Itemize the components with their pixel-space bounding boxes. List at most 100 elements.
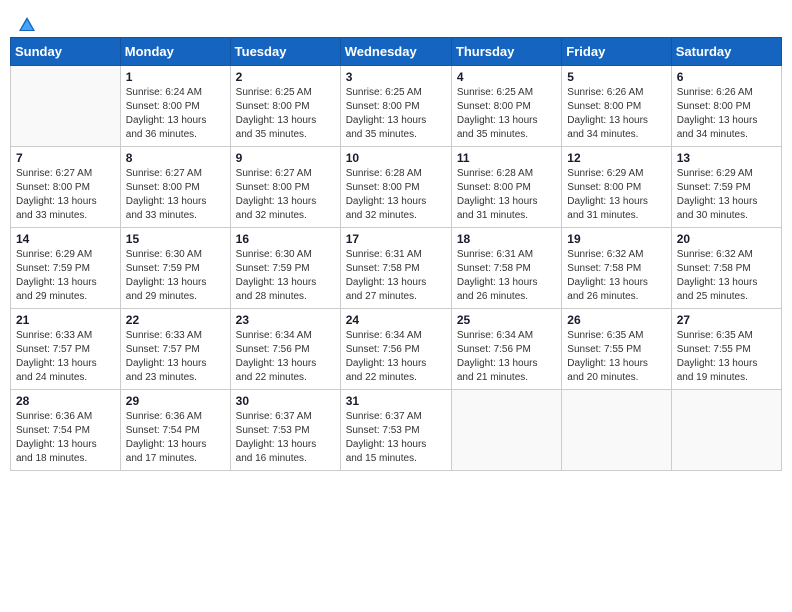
day-info: Sunrise: 6:29 AM Sunset: 7:59 PM Dayligh… xyxy=(16,248,115,304)
calendar-cell: 13 Sunrise: 6:29 AM Sunset: 7:59 PM Dayli… xyxy=(671,147,781,228)
calendar-cell: 31Sunrise: 6:37 AM Sunset: 7:53 PM Dayli… xyxy=(340,390,451,471)
calendar-cell: 9 Sunrise: 6:27 AM Sunset: 8:00 PM Daylig… xyxy=(230,147,340,228)
calendar-cell: 7Sunrise: 6:27 AM Sunset: 8:00 PM Daylig… xyxy=(11,147,121,228)
day-number: 8 xyxy=(126,151,225,165)
logo xyxy=(15,15,37,29)
calendar-cell: 21 Sunrise: 6:33 AM Sunset: 7:57 PM Dayli… xyxy=(11,309,121,390)
calendar-cell: 19Sunrise: 6:32 AM Sunset: 7:58 PM Dayli… xyxy=(562,228,671,309)
weekday-header: Monday xyxy=(120,38,230,66)
day-number: 30 xyxy=(236,394,335,408)
day-info: Sunrise: 6:34 AM Sunset: 7:56 PM Dayligh… xyxy=(346,329,446,385)
day-info: Sunrise: 6:33 AM Sunset: 7:57 PM Dayligh… xyxy=(16,329,115,385)
day-info: Sunrise: 6:24 AM Sunset: 8:00 PM Dayligh… xyxy=(126,86,225,142)
calendar-cell: 26 Sunrise: 6:35 AM Sunset: 7:55 PM Dayli… xyxy=(562,309,671,390)
day-number: 27 xyxy=(677,313,776,327)
calendar-cell xyxy=(562,390,671,471)
day-info: Sunrise: 6:28 AM Sunset: 8:00 PM Dayligh… xyxy=(346,167,446,223)
day-info: Sunrise: 6:36 AM Sunset: 7:54 PM Dayligh… xyxy=(126,410,225,466)
day-info: Sunrise: 6:31 AM Sunset: 7:58 PM Dayligh… xyxy=(346,248,446,304)
day-info: Sunrise: 6:37 AM Sunset: 7:53 PM Dayligh… xyxy=(236,410,335,466)
day-info: Sunrise: 6:29 AM Sunset: 7:59 PM Dayligh… xyxy=(677,167,776,223)
day-info: Sunrise: 6:28 AM Sunset: 8:00 PM Dayligh… xyxy=(457,167,556,223)
day-number: 16 xyxy=(236,232,335,246)
weekday-header: Thursday xyxy=(451,38,561,66)
day-number: 12 xyxy=(567,151,665,165)
calendar-cell: 11 Sunrise: 6:28 AM Sunset: 8:00 PM Dayli… xyxy=(451,147,561,228)
day-info: Sunrise: 6:27 AM Sunset: 8:00 PM Dayligh… xyxy=(16,167,115,223)
day-info: Sunrise: 6:30 AM Sunset: 7:59 PM Dayligh… xyxy=(236,248,335,304)
day-number: 22 xyxy=(126,313,225,327)
day-info: Sunrise: 6:31 AM Sunset: 7:58 PM Dayligh… xyxy=(457,248,556,304)
day-number: 5 xyxy=(567,70,665,84)
day-info: Sunrise: 6:34 AM Sunset: 7:56 PM Dayligh… xyxy=(236,329,335,385)
day-number: 2 xyxy=(236,70,335,84)
day-number: 19 xyxy=(567,232,665,246)
calendar-cell: 3 Sunrise: 6:25 AM Sunset: 8:00 PM Daylig… xyxy=(340,66,451,147)
day-number: 18 xyxy=(457,232,556,246)
day-info: Sunrise: 6:27 AM Sunset: 8:00 PM Dayligh… xyxy=(236,167,335,223)
calendar-cell xyxy=(671,390,781,471)
day-info: Sunrise: 6:33 AM Sunset: 7:57 PM Dayligh… xyxy=(126,329,225,385)
day-number: 1 xyxy=(126,70,225,84)
calendar-cell: 30 Sunrise: 6:37 AM Sunset: 7:53 PM Dayli… xyxy=(230,390,340,471)
calendar-cell: 29 Sunrise: 6:36 AM Sunset: 7:54 PM Dayli… xyxy=(120,390,230,471)
weekday-header: Tuesday xyxy=(230,38,340,66)
calendar-cell: 16 Sunrise: 6:30 AM Sunset: 7:59 PM Dayli… xyxy=(230,228,340,309)
calendar-week-row: 7Sunrise: 6:27 AM Sunset: 8:00 PM Daylig… xyxy=(11,147,782,228)
day-number: 3 xyxy=(346,70,446,84)
calendar-cell: 28 Sunrise: 6:36 AM Sunset: 7:54 PM Dayli… xyxy=(11,390,121,471)
calendar-cell: 1 Sunrise: 6:24 AM Sunset: 8:00 PM Daylig… xyxy=(120,66,230,147)
calendar-cell: 22 Sunrise: 6:33 AM Sunset: 7:57 PM Dayli… xyxy=(120,309,230,390)
calendar-week-row: 14 Sunrise: 6:29 AM Sunset: 7:59 PM Dayli… xyxy=(11,228,782,309)
calendar-cell: 15Sunrise: 6:30 AM Sunset: 7:59 PM Dayli… xyxy=(120,228,230,309)
calendar-cell: 17 Sunrise: 6:31 AM Sunset: 7:58 PM Dayli… xyxy=(340,228,451,309)
day-number: 28 xyxy=(16,394,115,408)
day-info: Sunrise: 6:25 AM Sunset: 8:00 PM Dayligh… xyxy=(457,86,556,142)
day-info: Sunrise: 6:29 AM Sunset: 8:00 PM Dayligh… xyxy=(567,167,665,223)
logo-icon xyxy=(17,15,37,35)
weekday-header: Wednesday xyxy=(340,38,451,66)
day-info: Sunrise: 6:25 AM Sunset: 8:00 PM Dayligh… xyxy=(236,86,335,142)
day-number: 31 xyxy=(346,394,446,408)
day-number: 14 xyxy=(16,232,115,246)
day-number: 13 xyxy=(677,151,776,165)
calendar-cell: 25Sunrise: 6:34 AM Sunset: 7:56 PM Dayli… xyxy=(451,309,561,390)
weekday-header: Sunday xyxy=(11,38,121,66)
day-info: Sunrise: 6:26 AM Sunset: 8:00 PM Dayligh… xyxy=(677,86,776,142)
calendar-cell: 5 Sunrise: 6:26 AM Sunset: 8:00 PM Daylig… xyxy=(562,66,671,147)
day-number: 9 xyxy=(236,151,335,165)
calendar-cell: 14 Sunrise: 6:29 AM Sunset: 7:59 PM Dayli… xyxy=(11,228,121,309)
calendar-week-row: 21 Sunrise: 6:33 AM Sunset: 7:57 PM Dayli… xyxy=(11,309,782,390)
calendar-table: SundayMondayTuesdayWednesdayThursdayFrid… xyxy=(10,37,782,471)
day-info: Sunrise: 6:25 AM Sunset: 8:00 PM Dayligh… xyxy=(346,86,446,142)
calendar-cell xyxy=(451,390,561,471)
calendar-week-row: 28 Sunrise: 6:36 AM Sunset: 7:54 PM Dayli… xyxy=(11,390,782,471)
day-info: Sunrise: 6:34 AM Sunset: 7:56 PM Dayligh… xyxy=(457,329,556,385)
calendar-cell: 24 Sunrise: 6:34 AM Sunset: 7:56 PM Dayli… xyxy=(340,309,451,390)
day-info: Sunrise: 6:36 AM Sunset: 7:54 PM Dayligh… xyxy=(16,410,115,466)
day-number: 6 xyxy=(677,70,776,84)
day-number: 29 xyxy=(126,394,225,408)
calendar-week-row: 1 Sunrise: 6:24 AM Sunset: 8:00 PM Daylig… xyxy=(11,66,782,147)
day-number: 20 xyxy=(677,232,776,246)
day-info: Sunrise: 6:35 AM Sunset: 7:55 PM Dayligh… xyxy=(567,329,665,385)
calendar-cell xyxy=(11,66,121,147)
day-number: 17 xyxy=(346,232,446,246)
calendar-header-row: SundayMondayTuesdayWednesdayThursdayFrid… xyxy=(11,38,782,66)
day-info: Sunrise: 6:35 AM Sunset: 7:55 PM Dayligh… xyxy=(677,329,776,385)
calendar-cell: 27 Sunrise: 6:35 AM Sunset: 7:55 PM Dayli… xyxy=(671,309,781,390)
calendar-cell: 10 Sunrise: 6:28 AM Sunset: 8:00 PM Dayli… xyxy=(340,147,451,228)
day-number: 26 xyxy=(567,313,665,327)
day-number: 10 xyxy=(346,151,446,165)
day-number: 24 xyxy=(346,313,446,327)
day-number: 21 xyxy=(16,313,115,327)
calendar-cell: 6 Sunrise: 6:26 AM Sunset: 8:00 PM Daylig… xyxy=(671,66,781,147)
day-info: Sunrise: 6:26 AM Sunset: 8:00 PM Dayligh… xyxy=(567,86,665,142)
day-info: Sunrise: 6:32 AM Sunset: 7:58 PM Dayligh… xyxy=(677,248,776,304)
weekday-header: Friday xyxy=(562,38,671,66)
calendar-body: 1 Sunrise: 6:24 AM Sunset: 8:00 PM Daylig… xyxy=(11,66,782,471)
calendar-cell: 12 Sunrise: 6:29 AM Sunset: 8:00 PM Dayli… xyxy=(562,147,671,228)
day-number: 4 xyxy=(457,70,556,84)
day-number: 23 xyxy=(236,313,335,327)
day-number: 11 xyxy=(457,151,556,165)
